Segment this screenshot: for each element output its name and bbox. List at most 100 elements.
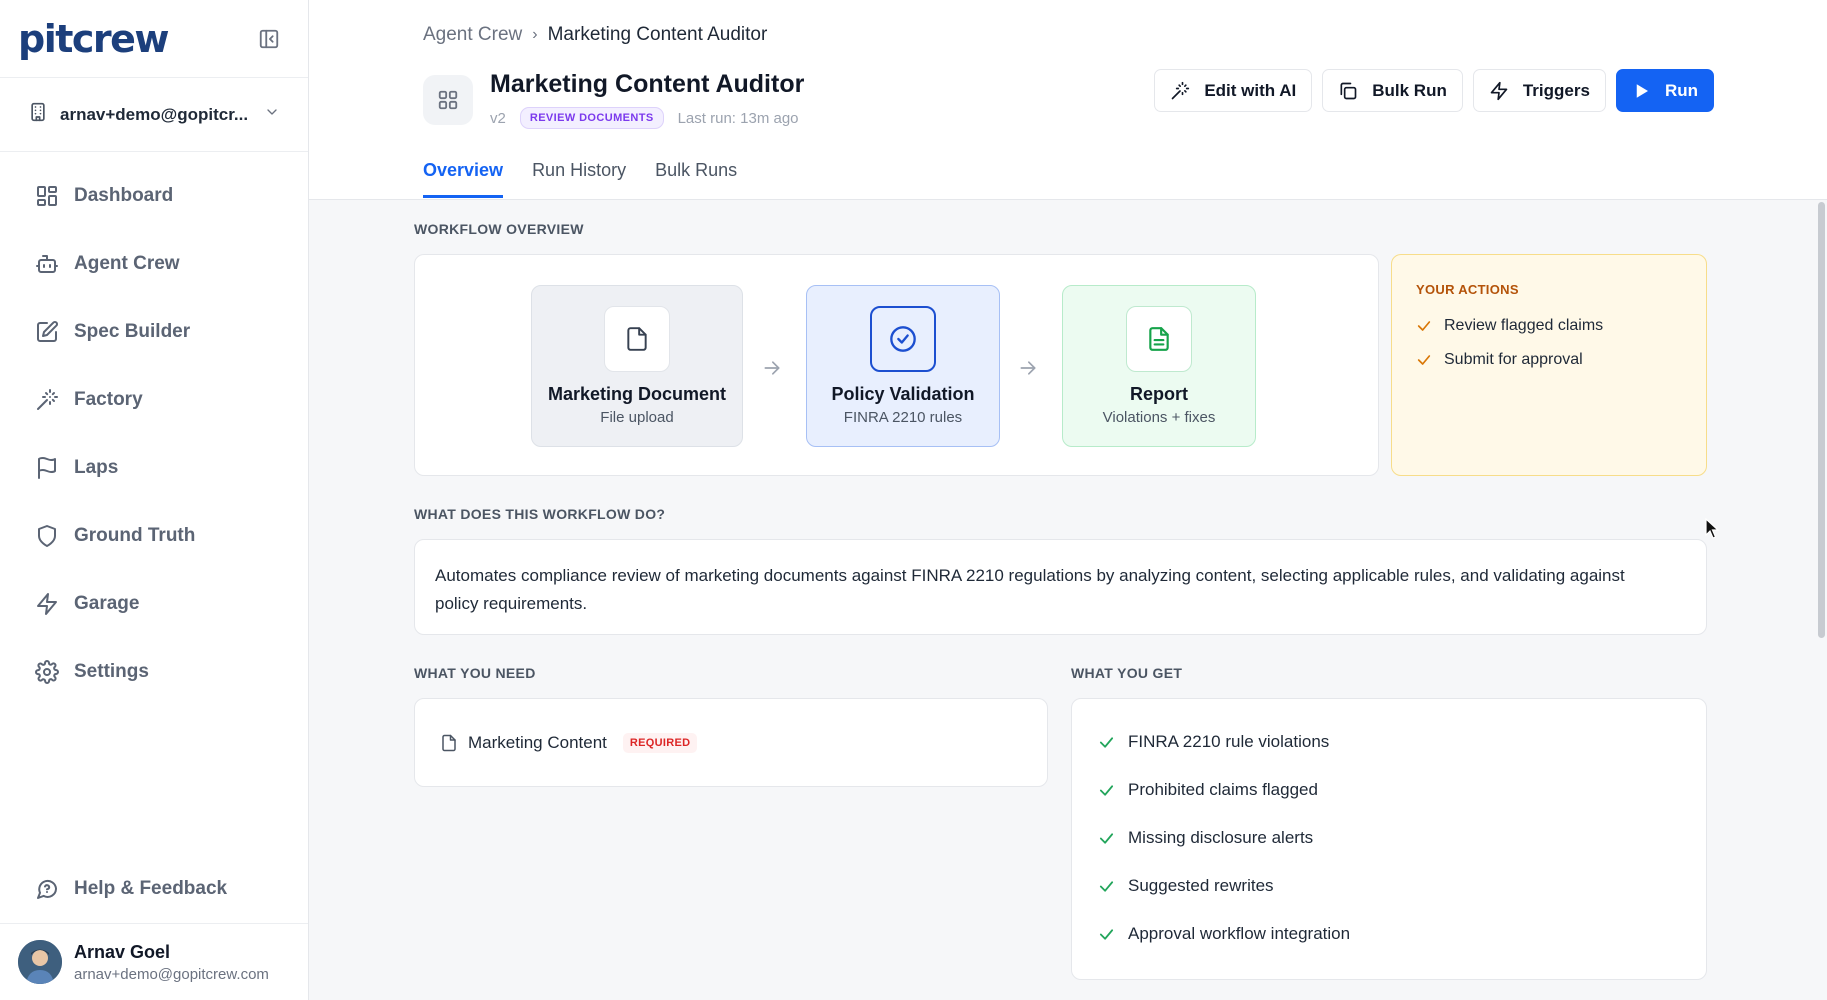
- bulk-run-button[interactable]: Bulk Run: [1322, 69, 1463, 112]
- version-label: v2: [490, 109, 506, 127]
- vertical-scrollbar[interactable]: [1818, 202, 1825, 638]
- avatar: [18, 940, 62, 984]
- wand-icon: [37, 389, 58, 410]
- workflow-diagram-card: Marketing Document File upload Policy Va…: [414, 254, 1379, 476]
- page-header: Agent Crew › Marketing Content Auditor M…: [309, 0, 1827, 200]
- node-title: Marketing Document: [547, 384, 727, 404]
- workflow-grid-icon: [423, 75, 473, 125]
- sidebar-item-ground-truth[interactable]: Ground Truth: [0, 502, 308, 570]
- check-icon: [1417, 355, 1431, 365]
- button-label: Run: [1664, 80, 1698, 100]
- required-badge: REQUIRED: [622, 733, 698, 753]
- input-label: Marketing Content: [468, 733, 607, 752]
- user-profile[interactable]: Arnav Goel arnav+demo@gopitcrew.com: [0, 923, 308, 1000]
- help-chat-icon: [37, 879, 58, 899]
- copy-icon: [1340, 82, 1357, 99]
- sidebar-header: pitcrew: [0, 0, 308, 78]
- check-icon: [1099, 928, 1114, 940]
- flow-node-report[interactable]: Report Violations + fixes: [1062, 285, 1256, 447]
- magic-wand-icon: [1171, 81, 1190, 99]
- flow-node-policy-validation[interactable]: Policy Validation FINRA 2210 rules: [806, 285, 1000, 447]
- check-icon: [1417, 321, 1431, 331]
- chevron-down-icon: [264, 104, 280, 125]
- your-actions-card: YOUR ACTIONS Review flagged claims Submi…: [1391, 254, 1707, 476]
- flag-icon: [38, 457, 56, 479]
- check-icon: [1099, 736, 1114, 748]
- your-actions-heading: YOUR ACTIONS: [1416, 282, 1519, 297]
- check-icon: [1099, 784, 1114, 796]
- output-label: Approval workflow integration: [1128, 924, 1351, 943]
- shield-icon: [38, 525, 56, 547]
- output-label: Prohibited claims flagged: [1128, 780, 1318, 799]
- edit-icon: [37, 321, 58, 342]
- button-label: Triggers: [1522, 80, 1590, 100]
- description-heading: WHAT DOES THIS WORKFLOW DO?: [414, 506, 666, 522]
- bot-icon: [36, 255, 58, 273]
- sidebar-item-laps[interactable]: Laps: [0, 434, 308, 502]
- arrow-right-icon: [1020, 361, 1036, 375]
- sidebar-item-label: Factory: [74, 389, 143, 410]
- user-email: arnav+demo@gopitcrew.com: [74, 965, 269, 983]
- workspace-switcher[interactable]: arnav+demo@gopitcr...: [0, 78, 308, 152]
- output-item: Missing disclosure alerts: [1098, 828, 1313, 848]
- outputs-card: FINRA 2210 rule violations Prohibited cl…: [1071, 698, 1707, 980]
- help-feedback-link[interactable]: Help & Feedback: [0, 855, 308, 923]
- last-run-label: Last run: 13m ago: [677, 109, 799, 127]
- sidebar-item-agent-crew[interactable]: Agent Crew: [0, 230, 308, 298]
- flow-node-marketing-document[interactable]: Marketing Document File upload: [531, 285, 743, 447]
- sidebar-item-label: Garage: [74, 593, 140, 614]
- sidebar-item-factory[interactable]: Factory: [0, 366, 308, 434]
- inputs-card: Marketing Content REQUIRED: [414, 698, 1048, 787]
- sidebar: pitcrew arnav+demo@gopitcr... Dashboard …: [0, 0, 309, 1000]
- what-you-get-heading: WHAT YOU GET: [1071, 665, 1183, 681]
- check-icon: [1099, 832, 1114, 844]
- triggers-button[interactable]: Triggers: [1472, 69, 1606, 112]
- output-item: Prohibited claims flagged: [1098, 780, 1318, 800]
- page-title: Marketing Content Auditor: [490, 70, 805, 98]
- check-circle-icon: [870, 306, 936, 372]
- sidebar-item-garage[interactable]: Garage: [0, 570, 308, 638]
- sidebar-item-spec-builder[interactable]: Spec Builder: [0, 298, 308, 366]
- output-item: FINRA 2210 rule violations: [1098, 732, 1329, 752]
- sidebar-item-label: Ground Truth: [74, 525, 196, 546]
- workflow-meta: v2 REVIEW DOCUMENTS Last run: 13m ago: [490, 107, 799, 129]
- workspace-label: arnav+demo@gopitcr...: [60, 104, 249, 124]
- sidebar-item-label: Spec Builder: [74, 321, 191, 342]
- breadcrumb-current: Marketing Content Auditor: [547, 24, 768, 45]
- breadcrumb-separator: ›: [532, 26, 538, 43]
- bolt-icon: [37, 593, 57, 615]
- output-item: Suggested rewrites: [1098, 876, 1274, 896]
- sidebar-item-settings[interactable]: Settings: [0, 638, 308, 706]
- sidebar-item-label: Agent Crew: [74, 253, 180, 274]
- check-icon: [1099, 880, 1114, 892]
- input-item[interactable]: Marketing Content REQUIRED: [440, 733, 698, 753]
- app-shell: pitcrew arnav+demo@gopitcr... Dashboard …: [0, 0, 1827, 1000]
- breadcrumb-agent-crew[interactable]: Agent Crew: [423, 24, 522, 46]
- tab-run-history[interactable]: Run History: [532, 160, 626, 198]
- user-name: Arnav Goel: [74, 941, 171, 962]
- description-card: Automates compliance review of marketing…: [414, 539, 1707, 635]
- action-label: Review flagged claims: [1444, 317, 1604, 334]
- sidebar-nav: Dashboard Agent Crew Spec Builder Factor…: [0, 152, 308, 706]
- sidebar-item-label: Dashboard: [74, 185, 174, 206]
- tab-bulk-runs[interactable]: Bulk Runs: [655, 160, 737, 198]
- output-label: Missing disclosure alerts: [1128, 828, 1314, 847]
- action-item[interactable]: Submit for approval: [1416, 351, 1583, 369]
- action-item[interactable]: Review flagged claims: [1416, 317, 1603, 335]
- output-label: Suggested rewrites: [1128, 876, 1274, 895]
- collapse-sidebar-icon[interactable]: [257, 27, 281, 51]
- workflow-description: Automates compliance review of marketing…: [435, 566, 1625, 613]
- sidebar-item-dashboard[interactable]: Dashboard: [0, 162, 308, 230]
- node-title: Policy Validation: [831, 384, 975, 404]
- sidebar-item-label: Settings: [74, 661, 149, 682]
- tab-overview[interactable]: Overview: [423, 160, 504, 198]
- brand-logo[interactable]: pitcrew: [18, 17, 170, 61]
- edit-with-ai-button[interactable]: Edit with AI: [1154, 69, 1313, 112]
- gear-icon: [35, 660, 59, 684]
- building-icon: [28, 102, 48, 127]
- what-you-need-heading: WHAT YOU NEED: [414, 665, 536, 681]
- mouse-cursor-icon: [1705, 518, 1720, 539]
- node-subtitle: Violations + fixes: [1102, 409, 1216, 426]
- run-button[interactable]: Run: [1615, 69, 1714, 112]
- node-title: Report: [1130, 384, 1188, 404]
